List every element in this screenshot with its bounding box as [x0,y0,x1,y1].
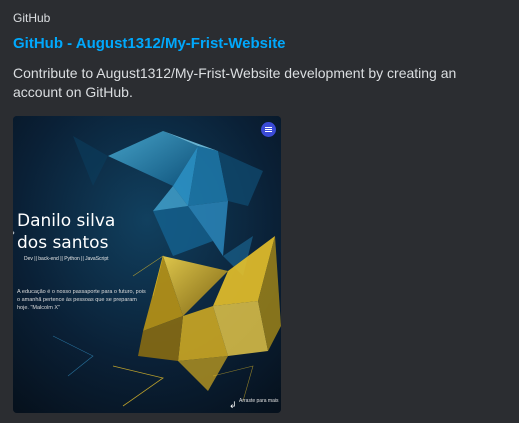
hero-name: Danilo silva dos santos [17,211,116,253]
scroll-down-arrow-icon: ↲ [229,400,237,410]
embed-title-link[interactable]: GitHub - August1312/My-Frist-Website [13,35,286,52]
embed-provider: GitHub [13,11,51,25]
hero-quote: A educação é o nosso passaporte para o f… [17,289,146,311]
embed-description: Contribute to August1312/My-Frist-Websit… [13,65,457,100]
low-poly-background [13,116,281,413]
chevron-left-icon: › [13,228,15,237]
embed-thumbnail[interactable]: › Danilo silva dos santos Dev || back-en… [13,116,281,413]
scroll-hint: Arraste para mais [239,398,279,404]
link-embed: GitHub GitHub - August1312/My-Frist-Webs… [0,0,519,423]
hamburger-icon[interactable] [261,122,276,137]
hero-tags: Dev || back-end || Python || JavaScript [24,256,109,262]
